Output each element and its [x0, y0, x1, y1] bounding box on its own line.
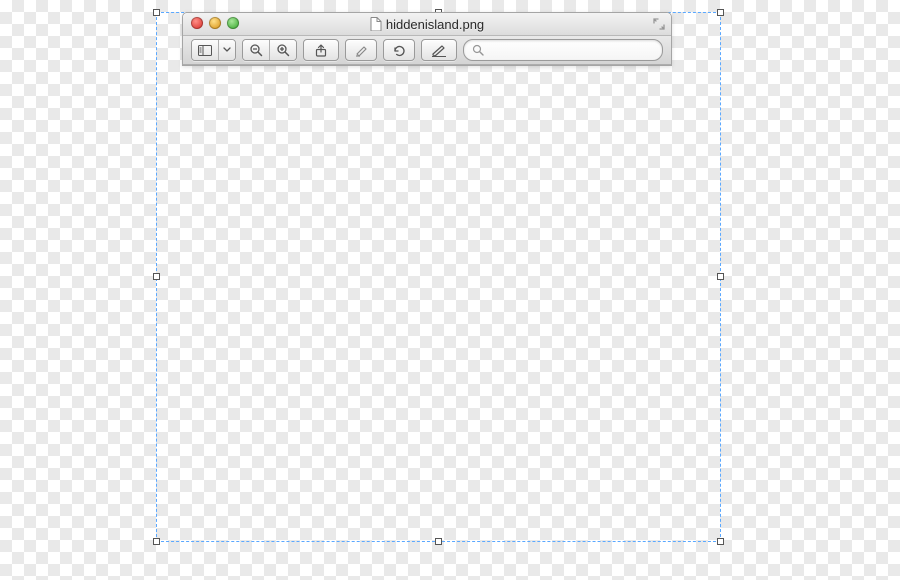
zoom-in-icon	[276, 43, 290, 57]
fullscreen-icon[interactable]	[653, 18, 665, 30]
search-field[interactable]	[463, 39, 663, 61]
zoom-out-icon	[249, 43, 263, 57]
view-mode-segment	[191, 39, 236, 61]
window-title: hiddenisland.png	[370, 17, 484, 32]
rotate-button[interactable]	[383, 39, 415, 61]
zoom-in-button[interactable]	[270, 40, 296, 60]
search-icon	[472, 44, 484, 56]
window-titlebar[interactable]: hiddenisland.png	[183, 13, 671, 36]
view-mode-dropdown[interactable]	[219, 40, 235, 60]
markup-button[interactable]	[421, 39, 457, 61]
window-title-text: hiddenisland.png	[386, 17, 484, 32]
zoom-segment	[242, 39, 297, 61]
resize-handle-middle-right[interactable]	[717, 273, 724, 280]
resize-handle-middle-left[interactable]	[153, 273, 160, 280]
sidebar-icon	[198, 45, 212, 56]
toolbar	[183, 36, 671, 65]
highlighter-icon	[354, 44, 368, 57]
resize-handle-top-left[interactable]	[153, 9, 160, 16]
share-icon	[314, 44, 328, 57]
pencil-icon	[431, 44, 447, 57]
sidebar-view-button[interactable]	[192, 40, 219, 60]
document-icon	[370, 17, 382, 31]
resize-handle-bottom-right[interactable]	[717, 538, 724, 545]
selection-rectangle[interactable]	[156, 12, 721, 542]
highlight-button[interactable]	[345, 39, 377, 61]
traffic-lights	[191, 17, 239, 29]
editor-canvas[interactable]: hiddenisland.png	[0, 0, 900, 580]
preview-window[interactable]: hiddenisland.png	[182, 12, 672, 66]
resize-handle-top-right[interactable]	[717, 9, 724, 16]
search-input[interactable]	[488, 42, 654, 58]
resize-handle-bottom-middle[interactable]	[435, 538, 442, 545]
zoom-out-button[interactable]	[243, 40, 270, 60]
minimize-window-button[interactable]	[209, 17, 221, 29]
rotate-icon	[392, 44, 406, 57]
close-window-button[interactable]	[191, 17, 203, 29]
zoom-window-button[interactable]	[227, 17, 239, 29]
resize-handle-bottom-left[interactable]	[153, 538, 160, 545]
chevron-down-icon	[223, 47, 231, 53]
share-button[interactable]	[303, 39, 339, 61]
